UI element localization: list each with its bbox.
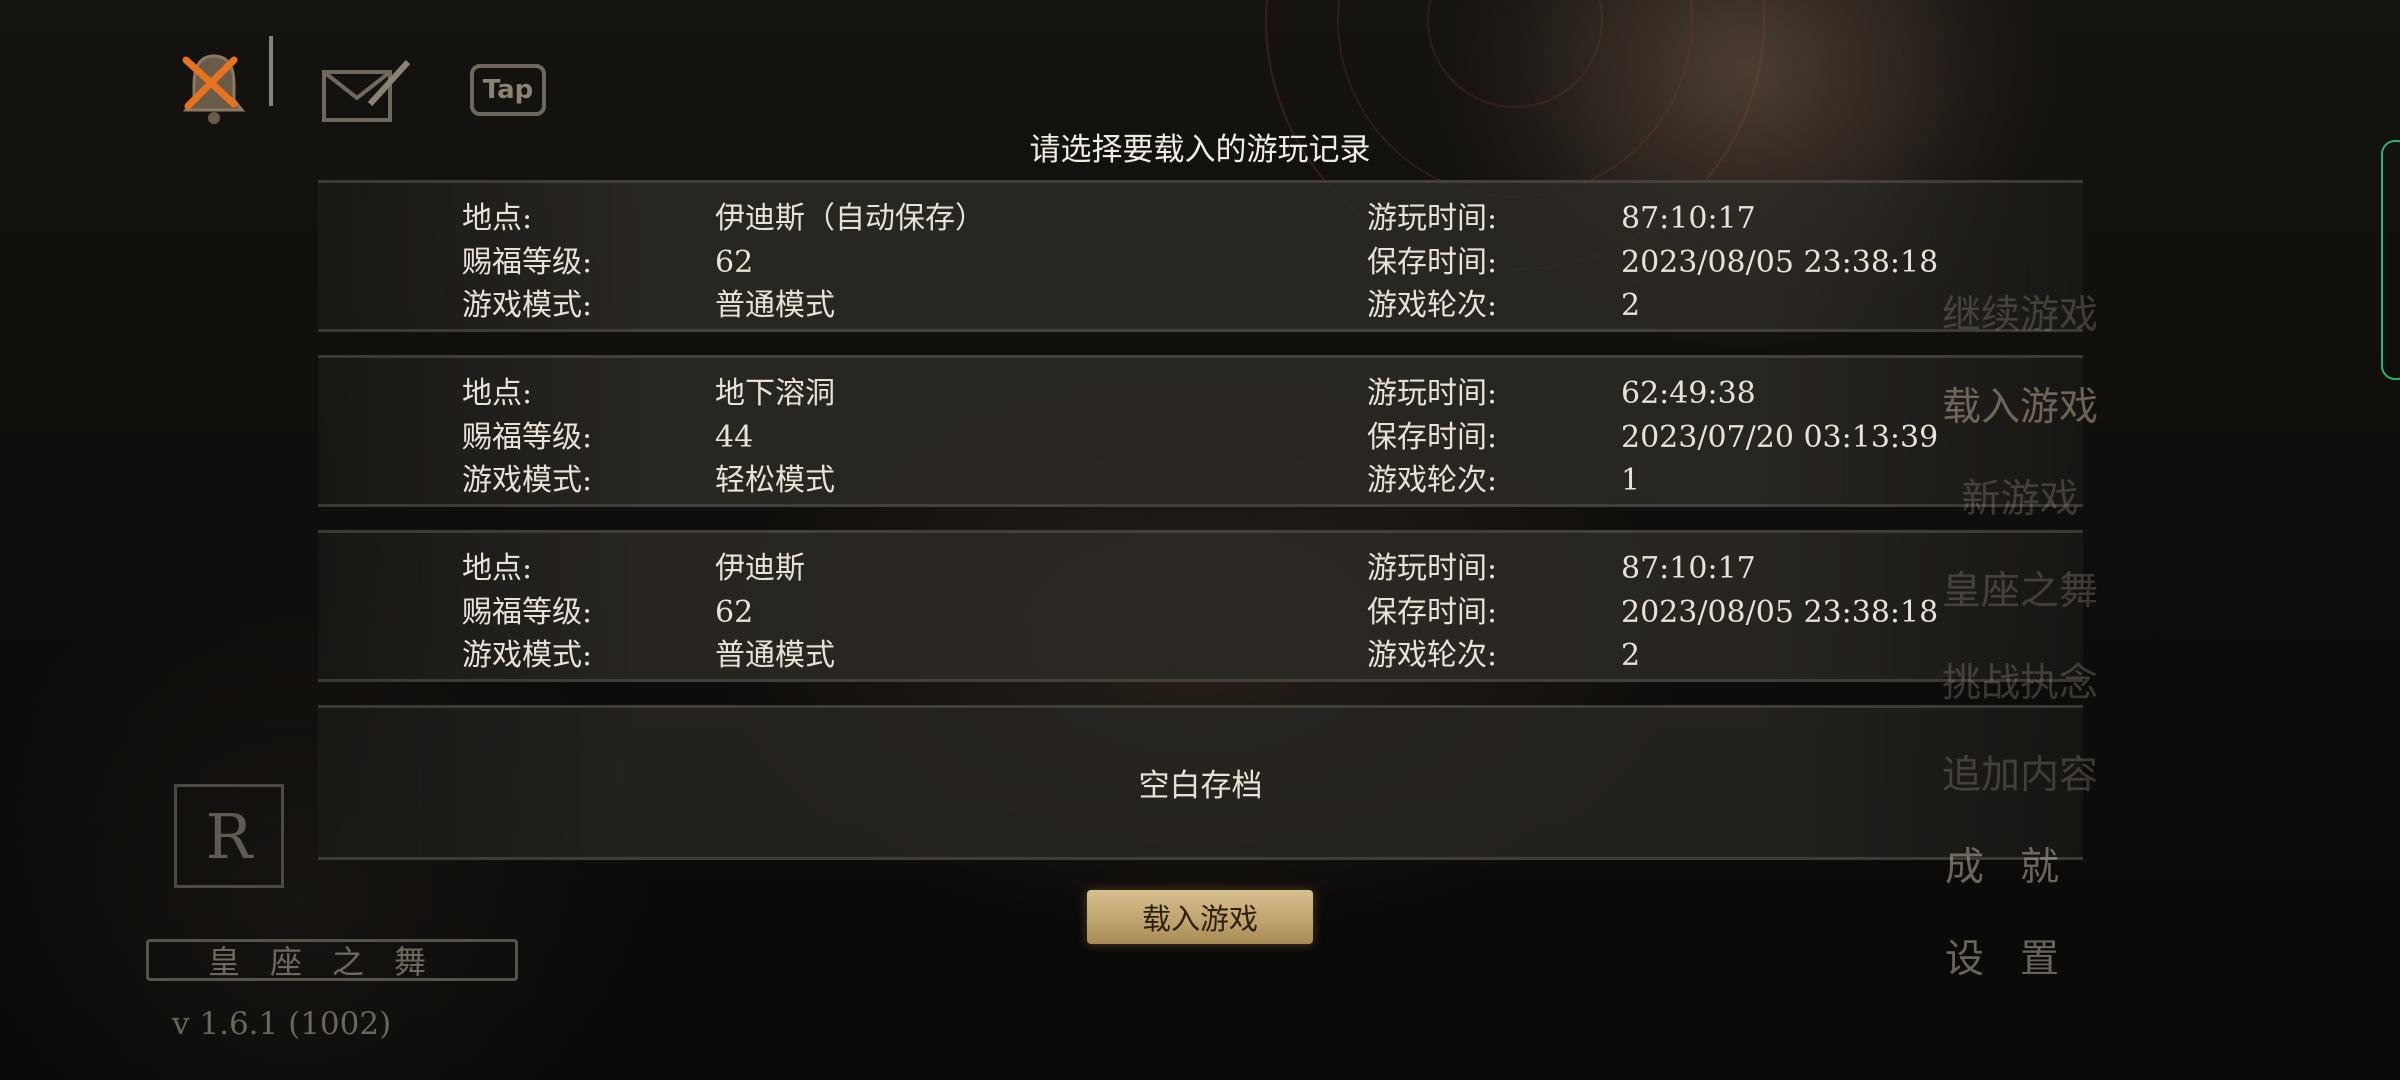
playtime-value: 62:49:38 [1621,376,1756,411]
cycle-value: 1 [1621,463,1641,498]
level-value: 62 [715,245,754,280]
menu-item-achievements[interactable]: 成就 [1920,822,2120,914]
cycle-label: 游戏轮次: [1367,638,1498,673]
location-label: 地点: [462,551,533,586]
playtime-value: 87:10:17 [1621,201,1756,236]
playtime-value: 87:10:17 [1621,551,1756,586]
level-label: 赐福等级: [462,245,593,280]
mode-value: 普通模式 [715,288,835,323]
level-label: 赐福等级: [462,595,593,630]
location-value: 地下溶洞 [715,376,835,411]
menu-item-settings[interactable]: 设置 [1920,914,2120,1006]
menu-item-throne-dance[interactable]: 皇座之舞 [1920,546,2120,638]
cycle-label: 游戏轮次: [1367,288,1498,323]
empty-save-slot[interactable]: 空白存档 [318,705,2083,860]
level-value: 44 [715,420,754,455]
page-title: 请选择要载入的游玩记录 [1029,132,1371,168]
location-label: 地点: [462,376,533,411]
location-label: 地点: [462,201,533,236]
tap-icon[interactable]: Tap [470,64,546,116]
mode-label: 游戏模式: [462,288,593,323]
version-label: v 1.6.1 (1002) [172,1006,392,1042]
studio-logo: R [174,784,284,888]
mode-value: 轻松模式 [715,463,835,498]
load-game-button[interactable]: 载入游戏 [1087,890,1313,944]
savetime-label: 保存时间: [1367,420,1498,455]
savetime-label: 保存时间: [1367,245,1498,280]
level-value: 62 [715,595,754,630]
menu-item-challenge[interactable]: 挑战执念 [1920,638,2120,730]
main-menu: 继续游戏 载入游戏 新游戏 皇座之舞 挑战执念 追加内容 成就 设置 [1920,270,2120,1006]
mode-value: 普通模式 [715,638,835,673]
side-handle[interactable] [2381,140,2400,380]
playtime-label: 游玩时间: [1367,201,1498,236]
mode-banner: 皇座之舞 [146,939,518,981]
savetime-value: 2023/08/05 23:38:18 [1621,245,1939,280]
empty-slot-label: 空白存档 [1138,768,1263,804]
menu-item-continue[interactable]: 继续游戏 [1920,270,2120,362]
cycle-value: 2 [1621,638,1641,673]
icon-divider [269,36,273,106]
mail-icon[interactable] [320,56,412,126]
cycle-value: 2 [1621,288,1641,323]
menu-item-dlc[interactable]: 追加内容 [1920,730,2120,822]
mode-label: 游戏模式: [462,463,593,498]
savetime-value: 2023/08/05 23:38:18 [1621,595,1939,630]
menu-item-load[interactable]: 载入游戏 [1920,362,2120,454]
menu-item-new-game[interactable]: 新游戏 [1920,454,2120,546]
savetime-value: 2023/07/20 03:13:39 [1621,420,1939,455]
playtime-label: 游玩时间: [1367,551,1498,586]
mode-label: 游戏模式: [462,638,593,673]
bell-icon[interactable] [178,44,250,128]
location-value: 伊迪斯（自动保存） [715,201,985,236]
save-slot-list: 地点: 伊迪斯（自动保存） 游玩时间: 87:10:17 赐福等级: 62 保存… [318,180,2083,860]
playtime-label: 游玩时间: [1367,376,1498,411]
save-slot-3[interactable]: 地点: 伊迪斯 游玩时间: 87:10:17 赐福等级: 62 保存时间: 20… [318,530,2083,682]
save-slot-1[interactable]: 地点: 伊迪斯（自动保存） 游玩时间: 87:10:17 赐福等级: 62 保存… [318,180,2083,332]
savetime-label: 保存时间: [1367,595,1498,630]
save-slot-2[interactable]: 地点: 地下溶洞 游玩时间: 62:49:38 赐福等级: 44 保存时间: 2… [318,355,2083,507]
cycle-label: 游戏轮次: [1367,463,1498,498]
location-value: 伊迪斯 [715,551,805,586]
level-label: 赐福等级: [462,420,593,455]
